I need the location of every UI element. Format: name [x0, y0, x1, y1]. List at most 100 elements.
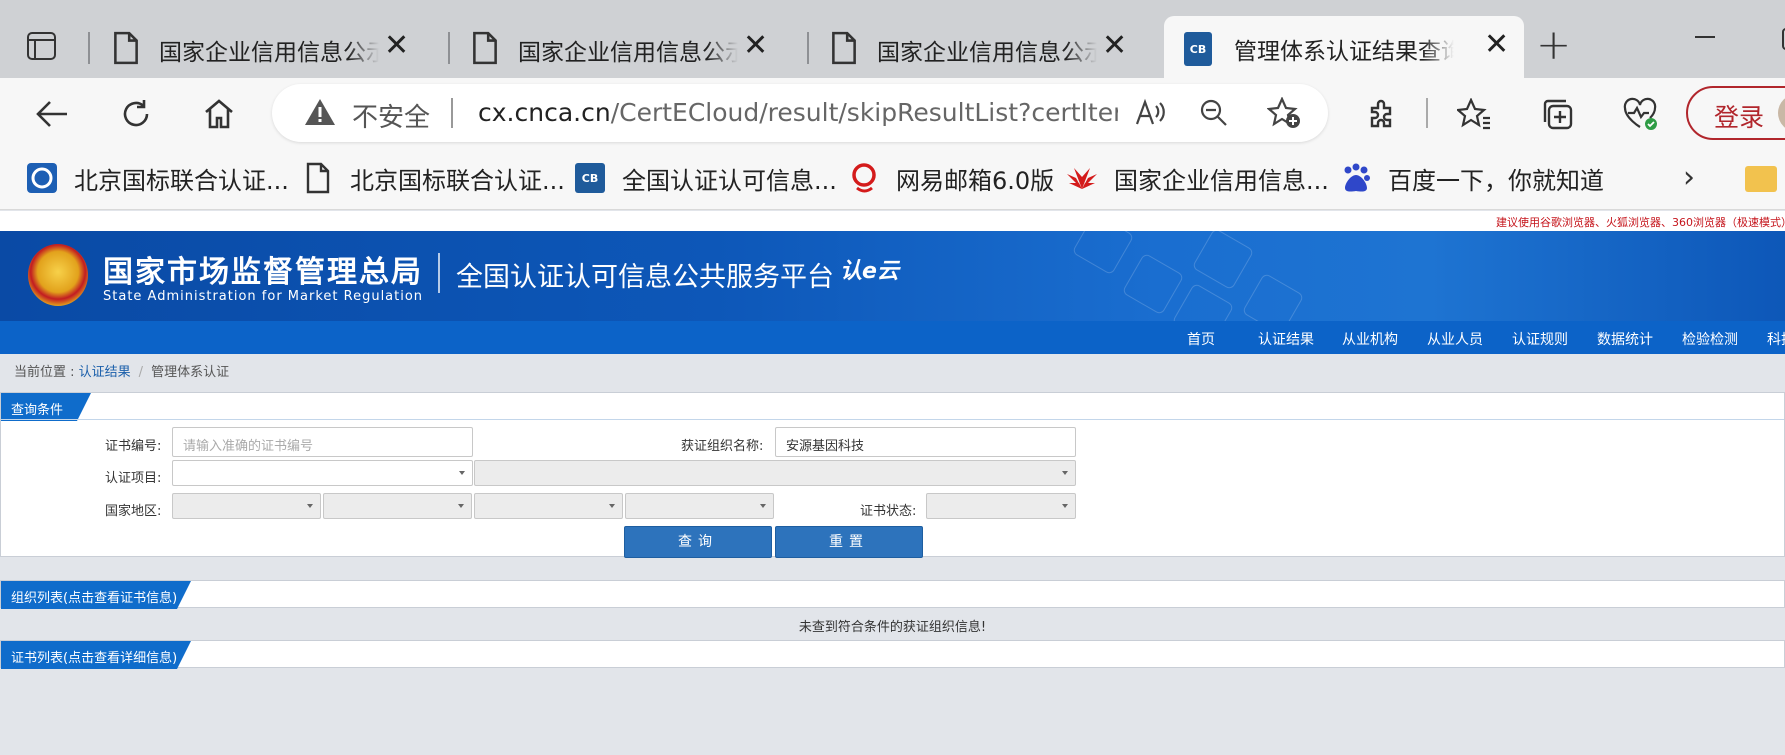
cert-status-select[interactable] — [926, 493, 1076, 519]
cert-logo-icon: CB — [1184, 32, 1212, 66]
document-icon — [832, 31, 856, 65]
favorite-label: 网易邮箱6.0版 — [896, 166, 1055, 195]
region-label: 国家地区: — [105, 504, 162, 519]
browser-tab-4-active[interactable]: CB 管理体系认证结果查询系统 ✕ — [1164, 16, 1524, 78]
browser-tab-1[interactable]: 国家企业信用信息公示系统 ✕ — [92, 17, 442, 78]
browser-notice-bar: 建议使用谷歌浏览器、火狐浏览器、360浏览器（极速模式） — [0, 211, 1785, 231]
cert-no-input[interactable]: 请输入准确的证书编号 — [172, 427, 473, 457]
header-divider — [438, 253, 440, 293]
new-tab-icon[interactable]: + — [1536, 24, 1571, 66]
favorite-item-6[interactable]: 百度一下，你就知道 — [1340, 160, 1604, 196]
browser-tab-3[interactable]: 国家企业信用信息公示系统 ✕ — [810, 17, 1160, 78]
tab-actions-icon[interactable] — [27, 32, 56, 60]
decor-hexagon — [1241, 272, 1305, 321]
minimize-icon[interactable] — [1695, 36, 1715, 38]
tab-title: 管理体系认证结果查询系统 — [1234, 39, 1454, 65]
nav-statistics[interactable]: 数据统计 — [1597, 329, 1653, 349]
document-icon — [114, 31, 138, 65]
login-button[interactable]: 登录 — [1686, 86, 1785, 140]
province-select[interactable] — [323, 493, 472, 519]
section-rule — [1, 419, 1784, 420]
cert-list-section: 证书列表(点击查看详细信息) — [0, 640, 1785, 668]
site-header: 国家市场监督管理总局 State Administration for Mark… — [0, 231, 1785, 321]
org-name-en: State Administration for Market Regulati… — [103, 289, 424, 304]
cert-subitem-select[interactable] — [474, 460, 1076, 486]
breadcrumb-current: 管理体系认证 — [151, 365, 230, 380]
city-select[interactable] — [474, 493, 623, 519]
browser-tab-2[interactable]: 国家企业信用信息公示系统 ✕ — [451, 17, 801, 78]
read-aloud-icon[interactable] — [1130, 93, 1170, 133]
national-emblem-logo — [28, 244, 88, 306]
favorites-bar: 北京国标联合认证... 北京国标联合认证... CB 全国认证认可信息... 网… — [0, 150, 1785, 210]
favorite-label: 北京国标联合认证... — [74, 166, 289, 195]
decor-hexagon — [1071, 231, 1135, 276]
close-icon[interactable]: ✕ — [384, 31, 409, 61]
tab-title: 国家企业信用信息公示系统 — [518, 40, 738, 66]
close-icon[interactable]: ✕ — [1484, 30, 1509, 60]
address-bar[interactable]: 不安全 cx.cnca.cn/CertECloud/result/skipRes… — [272, 84, 1328, 142]
nav-cert-results[interactable]: 认证结果 — [1258, 329, 1314, 349]
cert-logo-icon: CB — [574, 162, 606, 194]
close-icon[interactable]: ✕ — [1102, 31, 1127, 61]
query-section-title: 查询条件 — [1, 393, 91, 421]
nav-personnel[interactable]: 从业人员 — [1427, 329, 1483, 349]
zoom-out-icon[interactable] — [1194, 93, 1234, 133]
browser-essentials-icon[interactable] — [1620, 94, 1660, 134]
refresh-icon[interactable] — [116, 94, 156, 134]
favorite-label: 北京国标联合认证... — [350, 166, 565, 195]
security-status[interactable]: 不安全 — [352, 97, 430, 134]
main-nav: 首页 认证结果 从业机构 从业人员 认证规则 数据统计 检验检测 科技 — [0, 321, 1785, 354]
nav-cert-rules[interactable]: 认证规则 — [1512, 329, 1568, 349]
district-select[interactable] — [625, 493, 774, 519]
nav-institutions[interactable]: 从业机构 — [1342, 329, 1398, 349]
netease-icon — [848, 162, 880, 194]
favorite-item-4[interactable]: 网易邮箱6.0版 — [848, 160, 1054, 196]
browser-tab-strip: 国家企业信用信息公示系统 ✕ 国家企业信用信息公示系统 ✕ 国家企业信用信息公示… — [0, 0, 1785, 78]
toolbar-divider — [1426, 98, 1428, 128]
favorite-label: 国家企业信用信息... — [1114, 166, 1329, 195]
favorite-item-2[interactable]: 北京国标联合认证... — [302, 160, 565, 196]
warning-icon[interactable] — [304, 98, 336, 126]
huawei-icon — [1066, 162, 1098, 194]
decor-hexagon — [1171, 282, 1235, 321]
avatar — [1778, 94, 1785, 132]
address-divider — [451, 98, 453, 128]
favorite-item-3[interactable]: CB 全国认证认可信息... — [574, 160, 837, 196]
folder-icon[interactable] — [1745, 166, 1777, 192]
org-list-title: 组织列表(点击查看证书信息) — [1, 581, 191, 609]
favorites-icon[interactable] — [1454, 94, 1494, 134]
breadcrumb-link[interactable]: 认证结果 — [79, 365, 131, 380]
country-select[interactable] — [172, 493, 321, 519]
web-page: 建议使用谷歌浏览器、火狐浏览器、360浏览器（极速模式） 国家市场监督管理总局 … — [0, 211, 1785, 755]
tab-divider — [807, 32, 809, 64]
collections-icon[interactable] — [1538, 94, 1578, 134]
reset-button[interactable]: 重置 — [775, 526, 923, 558]
chevron-right-icon[interactable]: › — [1683, 160, 1695, 195]
home-icon[interactable] — [199, 94, 239, 134]
close-icon[interactable]: ✕ — [743, 31, 768, 61]
browser-toolbar: 不安全 cx.cnca.cn/CertECloud/result/skipRes… — [0, 78, 1785, 150]
nav-science[interactable]: 科技 — [1767, 329, 1785, 349]
cert-item-label: 认证项目: — [105, 471, 162, 486]
breadcrumb: 当前位置 : 认证结果 / 管理体系认证 — [14, 361, 229, 380]
query-section: 查询条件 证书编号: 请输入准确的证书编号 获证组织名称: 安源基因科技 认证项… — [0, 392, 1785, 558]
favorite-add-icon[interactable] — [1264, 93, 1304, 133]
org-list-empty-message: 未查到符合条件的获证组织信息! — [798, 620, 987, 635]
back-icon[interactable] — [32, 94, 72, 134]
url-text[interactable]: cx.cnca.cn/CertECloud/result/skipResultL… — [478, 98, 1118, 127]
tab-divider — [448, 32, 450, 64]
cert-item-select[interactable] — [172, 460, 473, 486]
search-button[interactable]: 查询 — [624, 526, 772, 558]
nav-testing[interactable]: 检验检测 — [1682, 329, 1738, 349]
favorite-item-1[interactable]: 北京国标联合认证... — [26, 160, 289, 196]
favorite-item-5[interactable]: 国家企业信用信息... — [1066, 160, 1329, 196]
org-name-label: 获证组织名称: — [681, 439, 764, 454]
extensions-icon[interactable] — [1362, 94, 1402, 134]
org-name-input[interactable]: 安源基因科技 — [775, 427, 1076, 457]
cert-no-label: 证书编号: — [105, 439, 162, 454]
status-label: 证书状态: — [860, 504, 917, 519]
decor-hexagon — [1191, 231, 1255, 291]
breadcrumb-prefix: 当前位置 : — [14, 365, 79, 380]
nav-home[interactable]: 首页 — [1187, 329, 1215, 349]
breadcrumb-separator: / — [138, 365, 144, 380]
